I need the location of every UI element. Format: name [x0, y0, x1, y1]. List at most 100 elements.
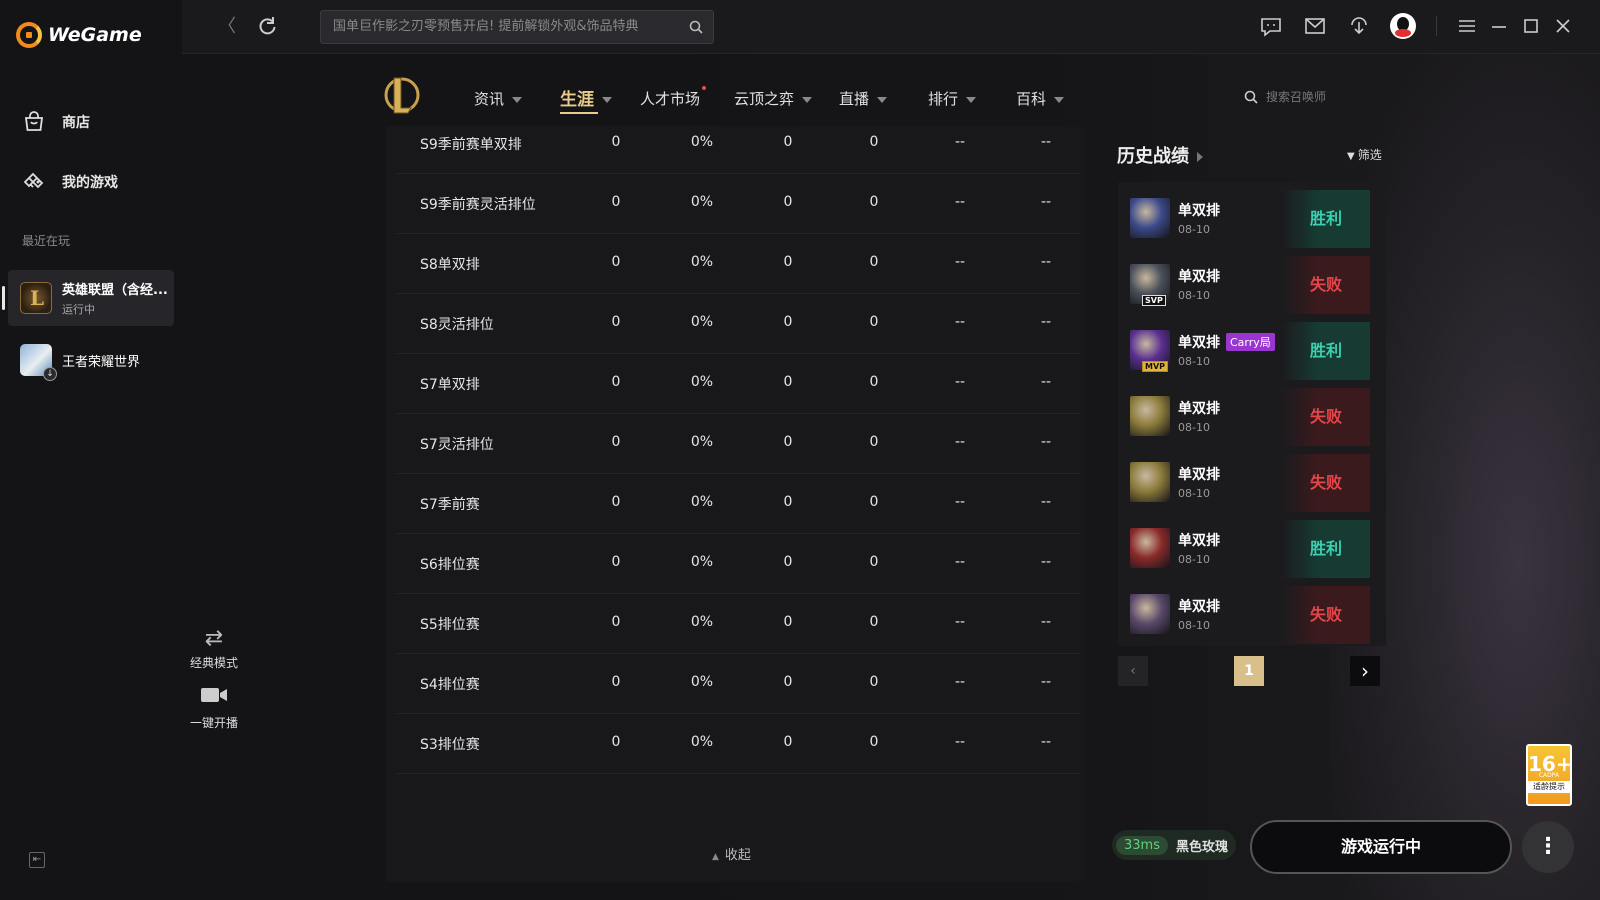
- table-row: S3排位赛 0 0% 0 0 -- --: [396, 714, 1080, 774]
- page-button[interactable]: 1: [1234, 656, 1264, 686]
- table-cell: 0: [611, 734, 621, 750]
- match-item[interactable]: 单双排 08-10 胜利: [1126, 520, 1370, 578]
- maximize-icon[interactable]: [1520, 15, 1542, 37]
- table-cell: --: [954, 374, 966, 390]
- search-icon[interactable]: [689, 20, 703, 34]
- left-sidebar: WeGame 商店 我的游戏 最近在玩 英雄联盟（含经... 运行中 ↓ 王者荣…: [0, 0, 182, 900]
- close-icon[interactable]: [1552, 15, 1574, 37]
- collapse-sidebar-icon[interactable]: ⇤: [29, 852, 45, 868]
- server-status[interactable]: 33ms 黑色玫瑰: [1112, 830, 1236, 860]
- match-item[interactable]: 单双排 08-10 失败: [1126, 454, 1370, 512]
- table-row: S8灵活排位 0 0% 0 0 -- --: [396, 294, 1080, 354]
- recent-game-honor-of-kings-world[interactable]: ↓ 王者荣耀世界: [8, 332, 174, 388]
- game-running-button[interactable]: 游戏运行中: [1250, 820, 1512, 874]
- top-bar: 〈 国单巨作影之刃零预售开启! 提前解锁外观&饰品特典: [182, 0, 1600, 54]
- prev-page-icon[interactable]: ‹: [1118, 656, 1148, 686]
- back-icon[interactable]: 〈: [218, 14, 236, 40]
- age-rating-badge[interactable]: 16+ CADPA 适龄提示: [1526, 744, 1573, 806]
- filter-button[interactable]: ▼ 筛选: [1347, 146, 1382, 163]
- table-cell: 0%: [690, 734, 714, 750]
- tab-ranking[interactable]: 排行: [928, 88, 977, 109]
- queue-type: 单双排: [1178, 467, 1220, 483]
- table-cell: --: [954, 134, 966, 150]
- lol-logo-icon[interactable]: [382, 72, 422, 116]
- match-result: 失败: [1282, 586, 1370, 644]
- table-cell: --: [954, 494, 966, 510]
- queue-type: 单双排: [1178, 533, 1220, 549]
- mail-icon[interactable]: [1304, 15, 1326, 37]
- table-cell: 0: [783, 314, 793, 330]
- avatar[interactable]: [1390, 13, 1416, 39]
- table-cell: 0: [783, 554, 793, 570]
- match-history-title[interactable]: 历史战绩: [1117, 142, 1203, 168]
- table-cell: --: [954, 554, 966, 570]
- next-page-icon[interactable]: ›: [1350, 656, 1380, 686]
- table-cell: --: [1040, 674, 1052, 690]
- table-cell: 0%: [690, 194, 714, 210]
- table-cell: --: [954, 434, 966, 450]
- tab-talent-market[interactable]: 人才市场: [640, 86, 707, 109]
- table-cell: --: [954, 314, 966, 330]
- match-item[interactable]: SVP 单双排 08-10 失败: [1126, 256, 1370, 314]
- table-cell: 0: [783, 194, 793, 210]
- game-name: 王者荣耀世界: [62, 354, 141, 370]
- tab-wiki[interactable]: 百科: [1016, 88, 1065, 109]
- tab-career[interactable]: 生涯: [560, 85, 612, 114]
- table-row: S8单双排 0 0% 0 0 -- --: [396, 234, 1080, 294]
- classic-mode-button[interactable]: ⇄ 经典模式: [188, 624, 240, 671]
- start-stream-button[interactable]: 一键开播: [188, 684, 240, 731]
- match-date: 08-10: [1178, 421, 1210, 434]
- table-cell: 0: [611, 194, 621, 210]
- tab-news[interactable]: 资讯: [474, 88, 523, 109]
- match-result: 胜利: [1282, 520, 1370, 578]
- mvp-badge: MVP: [1142, 361, 1169, 372]
- more-options-icon[interactable]: ⋮: [1522, 821, 1574, 873]
- pagination: ‹ 1 ›: [1118, 656, 1386, 688]
- collapse-button[interactable]: ▲ 收起: [712, 844, 751, 863]
- lol-content-area: 资讯 生涯 人才市场 云顶之弈 直播 排行 百科 搜索召唤师 S9季前赛单双排 0…: [182, 54, 1600, 900]
- recent-game-lol[interactable]: 英雄联盟（含经... 运行中: [2, 270, 174, 326]
- table-cell: --: [1040, 374, 1052, 390]
- table-cell: --: [954, 734, 966, 750]
- table-cell: 0%: [690, 614, 714, 630]
- refresh-icon[interactable]: [258, 16, 278, 36]
- table-cell: 0: [783, 614, 793, 630]
- match-date: 08-10: [1178, 289, 1210, 302]
- table-cell: --: [1040, 314, 1052, 330]
- match-item[interactable]: 单双排 08-10 胜利: [1126, 190, 1370, 248]
- table-row: S6排位赛 0 0% 0 0 -- --: [396, 534, 1080, 594]
- table-cell: 0%: [690, 434, 714, 450]
- chevron-down-icon: [877, 96, 888, 103]
- sidebar-item-store[interactable]: 商店: [22, 110, 90, 134]
- chevron-down-icon: [802, 96, 813, 103]
- chat-icon[interactable]: [1260, 15, 1282, 37]
- wegame-logo-icon: [16, 22, 42, 48]
- match-date: 08-10: [1178, 553, 1210, 566]
- download-manager-icon[interactable]: [1348, 15, 1370, 37]
- tab-tft[interactable]: 云顶之弈: [734, 88, 813, 109]
- table-cell: 0%: [690, 314, 714, 330]
- wegame-logo[interactable]: WeGame: [16, 22, 142, 48]
- global-search-input[interactable]: 国单巨作影之刃零预售开启! 提前解锁外观&饰品特典: [320, 10, 714, 44]
- carry-badge: Carry局: [1226, 333, 1275, 351]
- chevron-down-icon: [512, 96, 523, 103]
- table-cell: 0: [611, 614, 621, 630]
- match-item[interactable]: 单双排 08-10 失败: [1126, 586, 1370, 644]
- champion-avatar: MVP: [1130, 330, 1170, 372]
- menu-icon[interactable]: [1456, 15, 1478, 37]
- season-name: S5排位赛: [420, 617, 480, 633]
- match-item[interactable]: MVP 单双排 Carry局 08-10 胜利: [1126, 322, 1370, 380]
- search-icon: [1244, 90, 1258, 104]
- table-cell: 0: [611, 674, 621, 690]
- table-cell: 0: [869, 254, 879, 270]
- minimize-icon[interactable]: [1488, 15, 1510, 37]
- ping-value: 33ms: [1116, 835, 1168, 855]
- summoner-search-input[interactable]: 搜索召唤师: [1244, 88, 1326, 105]
- sidebar-item-label: 商店: [62, 115, 90, 131]
- sidebar-item-my-games[interactable]: 我的游戏: [22, 170, 118, 194]
- table-cell: 0: [783, 254, 793, 270]
- match-item[interactable]: 单双排 08-10 失败: [1126, 388, 1370, 446]
- match-date: 08-10: [1178, 355, 1210, 368]
- chevron-right-icon: [1197, 152, 1203, 162]
- tab-live[interactable]: 直播: [839, 88, 888, 109]
